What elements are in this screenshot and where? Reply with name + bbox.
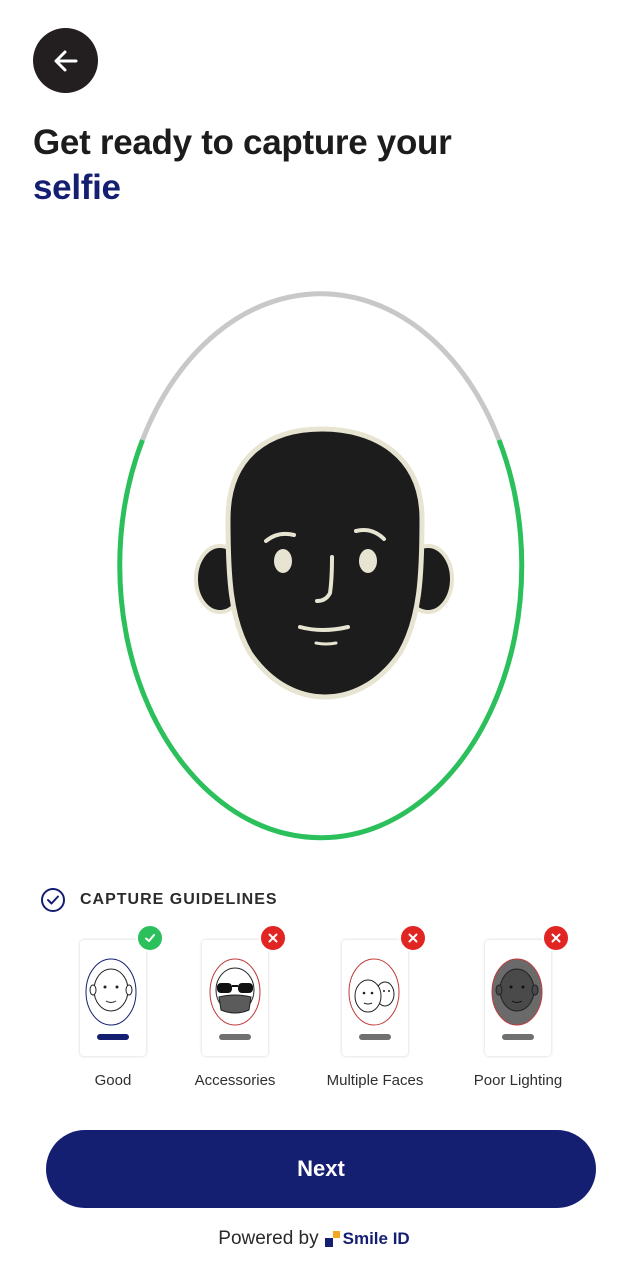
face-left-eye <box>274 549 292 573</box>
poor-lighting-illustration <box>491 958 543 1026</box>
error-badge-icon <box>399 924 427 952</box>
powered-by-label: Powered by <box>218 1228 319 1249</box>
guideline-multiple-faces-card <box>342 940 408 1056</box>
page-title-line1: Get ready to capture your <box>33 123 452 162</box>
error-badge-icon <box>259 924 287 952</box>
good-face-illustration <box>85 958 137 1026</box>
page-title-highlight: selfie <box>33 168 121 207</box>
multiple-faces-illustration <box>348 958 400 1026</box>
guideline-poor-lighting-label: Poor Lighting <box>473 1072 563 1089</box>
selfie-illustration <box>117 291 525 841</box>
smile-id-logo-mark-icon <box>324 1231 340 1247</box>
error-badge-icon <box>542 924 570 952</box>
guideline-good-label: Good <box>94 1072 132 1089</box>
capture-guidelines-heading: CAPTURE GUIDELINES <box>80 891 278 908</box>
smile-id-wordmark: Smile ID <box>342 1229 410 1248</box>
progress-ring-track <box>140 291 502 441</box>
guideline-accessories-label: Accessories <box>194 1072 276 1089</box>
guideline-multiple-faces-label: Multiple Faces <box>326 1072 424 1089</box>
face-right-eye <box>359 549 377 573</box>
status-bar <box>359 1034 391 1040</box>
status-bar <box>219 1034 251 1040</box>
accessories-face-illustration <box>209 958 261 1026</box>
next-button[interactable]: Next <box>46 1130 596 1208</box>
page-title: Get ready to capture your selfie <box>33 120 452 210</box>
guideline-accessories-card <box>202 940 268 1056</box>
capture-guidelines-header: CAPTURE GUIDELINES <box>40 887 278 913</box>
guideline-poor-lighting-card <box>485 940 551 1056</box>
status-bar <box>97 1034 129 1040</box>
check-badge-icon <box>136 924 164 952</box>
smile-id-logo: Smile ID <box>324 1229 410 1249</box>
back-button[interactable] <box>33 28 98 93</box>
powered-by-footer: Powered by Smile ID <box>0 1228 628 1250</box>
guideline-good-card <box>80 940 146 1056</box>
status-bar <box>502 1034 534 1040</box>
face-head <box>225 426 425 700</box>
check-circle-icon <box>41 888 65 912</box>
arrow-left-icon <box>54 50 77 71</box>
